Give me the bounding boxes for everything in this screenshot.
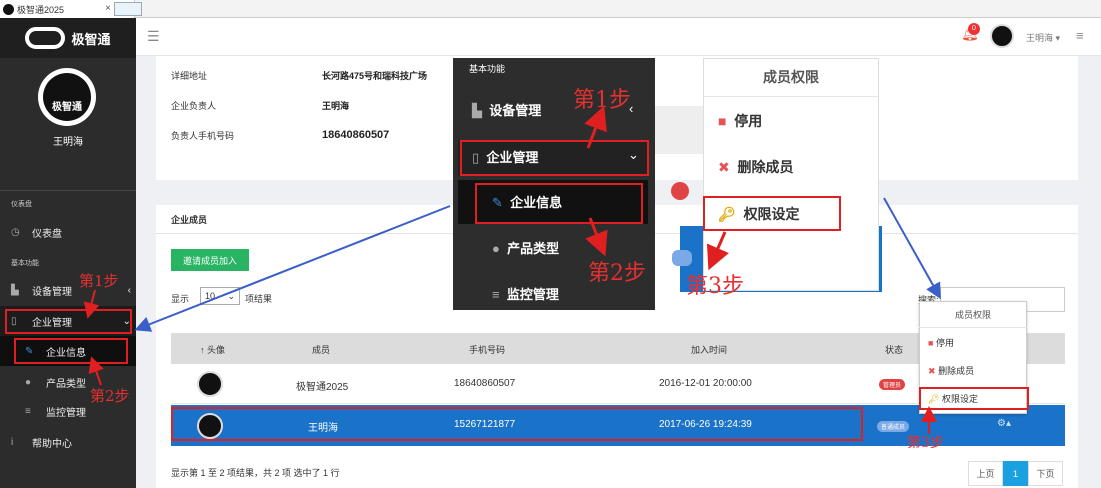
arrow-inset-link bbox=[883, 197, 941, 300]
arrow-inset-link bbox=[134, 205, 451, 332]
zoom-arrow-step2 bbox=[585, 217, 608, 257]
arrow-step1 bbox=[83, 289, 100, 319]
zoom-arrow-step1 bbox=[584, 105, 607, 149]
annotation-arrows bbox=[83, 105, 941, 434]
zoom-arrow-step3 bbox=[706, 231, 729, 271]
arrow-step2 bbox=[88, 356, 104, 386]
